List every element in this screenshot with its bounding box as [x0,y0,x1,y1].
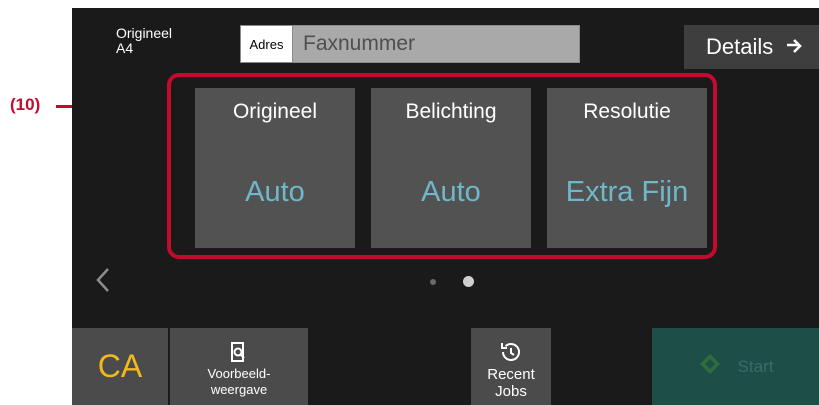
diamond-start-icon [698,352,722,381]
preview-button[interactable]: Voorbeeld- weergave [170,328,308,405]
original-label: Origineel [116,25,173,41]
start-label: Start [737,356,774,376]
recent-label-line2: Jobs [495,383,527,400]
original-size: A4 [116,40,134,56]
tile-value: Extra Fijn [565,176,689,208]
page-dot-2[interactable] [463,276,474,287]
page-dot-1[interactable] [430,279,436,285]
address-field[interactable]: Adres Faxnummer [240,25,580,63]
fax-number-placeholder: Faxnummer [303,32,416,55]
callout-label: (10) [10,95,41,114]
details-button[interactable]: Details [684,25,819,69]
resolution-setting-tile[interactable]: Resolutie Extra Fijn [547,88,707,248]
tile-title: Belichting [405,100,497,123]
ca-button[interactable]: CA [72,328,168,405]
original-info: Origineel A4 [116,26,172,56]
arrow-right-icon [787,37,803,58]
start-button[interactable]: Start [652,328,819,405]
chevron-left-icon[interactable] [94,264,112,302]
recent-label-line1: Recent [487,366,535,383]
ca-label: CA [97,348,143,384]
original-setting-tile[interactable]: Origineel Auto [195,88,355,248]
tile-value: Auto [245,176,305,208]
tile-title: Resolutie [583,100,671,123]
address-label: Adres [241,26,293,62]
history-icon [499,340,523,364]
fax-screen: Origineel A4 Adres Faxnummer Details Ori… [72,8,819,405]
recent-jobs-button[interactable]: Recent Jobs [471,328,551,405]
preview-label-line2: weergave [210,382,268,397]
document-magnifier-icon [227,340,251,364]
tile-value: Auto [421,176,481,208]
details-label: Details [706,34,774,59]
tile-title: Origineel [232,100,318,123]
preview-label-line1: Voorbeeld- [207,366,271,381]
exposure-setting-tile[interactable]: Belichting Auto [371,88,531,248]
